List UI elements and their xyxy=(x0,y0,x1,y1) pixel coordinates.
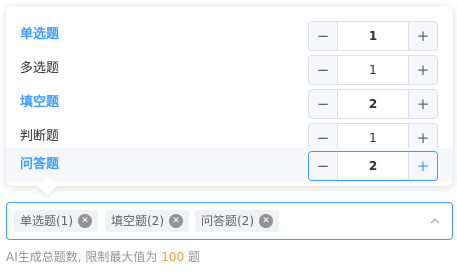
question-type-label[interactable]: 填空题 xyxy=(20,94,59,112)
quantity-input[interactable]: 2 xyxy=(338,90,408,118)
close-circle-icon[interactable]: ✕ xyxy=(78,214,92,228)
decrement-button[interactable]: − xyxy=(309,90,338,118)
question-type-row-fill-blank[interactable]: 填空题 − 2 + xyxy=(6,86,453,120)
close-circle-icon[interactable]: ✕ xyxy=(259,214,273,228)
question-type-row-single-choice[interactable]: 单选题 − 1 + xyxy=(6,18,453,52)
decrement-button[interactable]: − xyxy=(309,152,338,180)
selected-tag: 问答题(2) ✕ xyxy=(195,210,279,232)
quantity-stepper: − 1 + xyxy=(308,21,438,51)
tag-label: 单选题(1) xyxy=(20,214,73,228)
hint-suffix: 题 xyxy=(187,250,200,264)
tag-label: 问答题(2) xyxy=(201,214,254,228)
quantity-input[interactable]: 2 xyxy=(338,152,408,180)
question-type-row-multiple-choice[interactable]: 多选题 − 1 + xyxy=(6,52,453,86)
increment-button[interactable]: + xyxy=(408,152,437,180)
increment-button[interactable]: + xyxy=(408,90,437,118)
quantity-stepper: − 2 + xyxy=(308,151,438,181)
hint-max-value: 100 xyxy=(161,250,185,264)
decrement-button[interactable]: − xyxy=(309,56,338,84)
increment-button[interactable]: + xyxy=(408,22,437,50)
quantity-input[interactable]: 1 xyxy=(338,22,408,50)
question-type-label[interactable]: 多选题 xyxy=(20,60,59,78)
question-type-select[interactable]: 单选题(1) ✕ 填空题(2) ✕ 问答题(2) ✕ xyxy=(6,202,453,240)
question-type-dropdown: 单选题 − 1 + 多选题 − 1 + 填空题 − 2 + 判断题 − 1 + … xyxy=(6,6,453,196)
tag-label: 填空题(2) xyxy=(111,214,164,228)
quantity-input[interactable]: 1 xyxy=(338,56,408,84)
chevron-up-icon[interactable] xyxy=(430,216,440,226)
question-type-label[interactable]: 判断题 xyxy=(20,128,59,146)
quantity-stepper: − 2 + xyxy=(308,89,438,119)
question-type-label[interactable]: 单选题 xyxy=(20,26,59,44)
question-type-row-essay[interactable]: 问答题 − 2 + xyxy=(6,148,453,182)
question-count-hint: AI生成总题数, 限制最大值为 100 题 xyxy=(6,249,200,265)
hint-prefix: AI生成总题数, 限制最大值为 xyxy=(6,250,158,264)
increment-button[interactable]: + xyxy=(408,56,437,84)
close-circle-icon[interactable]: ✕ xyxy=(169,214,183,228)
quantity-stepper: − 1 + xyxy=(308,55,438,85)
selected-tag: 填空题(2) ✕ xyxy=(105,210,189,232)
question-type-label[interactable]: 问答题 xyxy=(20,156,59,174)
selected-tag: 单选题(1) ✕ xyxy=(14,210,98,232)
decrement-button[interactable]: − xyxy=(309,22,338,50)
